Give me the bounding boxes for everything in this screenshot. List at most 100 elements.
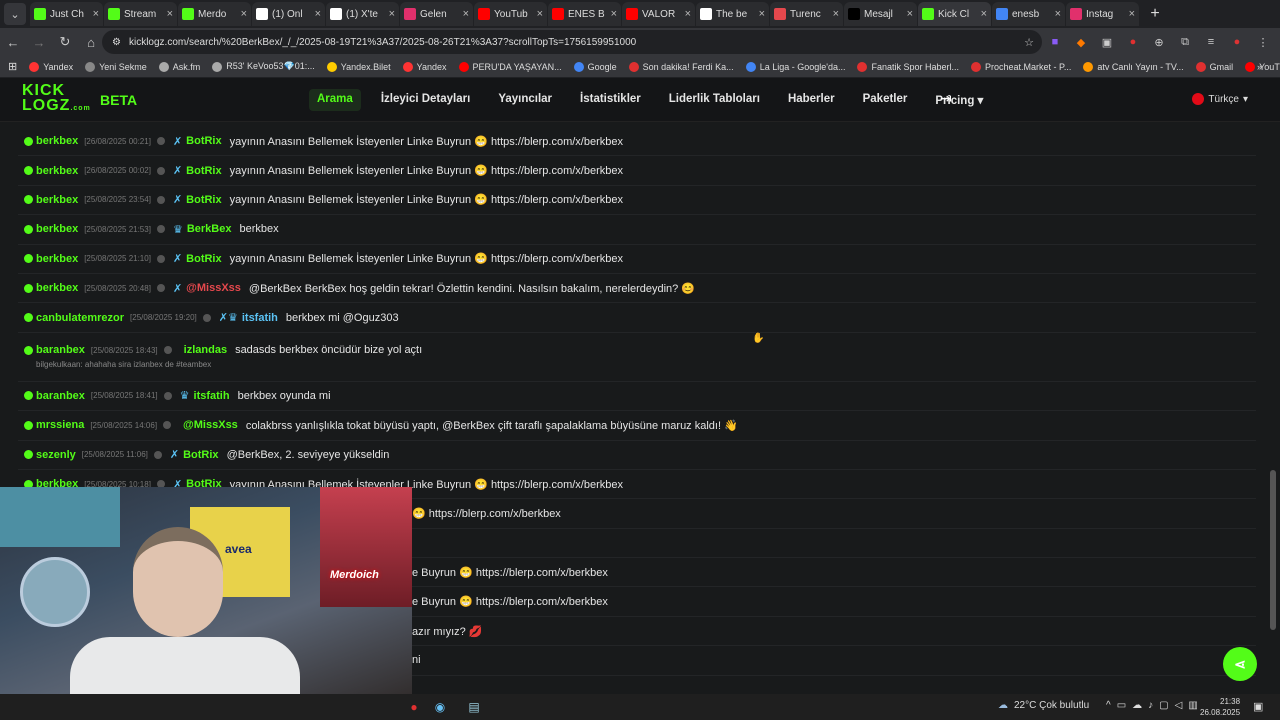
sender-name[interactable]: @MissXss: [183, 419, 238, 431]
language-selector[interactable]: Türkçe ▾: [1192, 93, 1248, 105]
nav-item[interactable]: Liderlik Tabloları: [661, 89, 768, 111]
close-tab-icon[interactable]: ×: [537, 8, 543, 20]
display-icon[interactable]: ▢: [1159, 700, 1168, 711]
channel-username[interactable]: berkbex: [36, 135, 78, 147]
channel-username[interactable]: baranbex: [36, 390, 85, 402]
close-tab-icon[interactable]: ×: [463, 8, 469, 20]
tab-search-icon[interactable]: ⌄: [4, 3, 26, 25]
adblock-icon[interactable]: ●: [1122, 30, 1144, 54]
info-icon[interactable]: [202, 313, 211, 322]
sender-name[interactable]: itsfatih: [242, 312, 278, 324]
login-icon[interactable]: ⇥: [940, 90, 952, 107]
sender-name[interactable]: BotRix: [183, 449, 218, 461]
channel-username[interactable]: berkbex: [36, 253, 78, 265]
browser-tab[interactable]: Turenc ×: [770, 2, 843, 26]
cloud-sync-icon[interactable]: ☁: [1132, 700, 1142, 711]
nav-item[interactable]: İzleyici Detayları: [373, 89, 479, 111]
bookmark-item[interactable]: La Liga - Google'da...: [745, 61, 845, 72]
bookmark-item[interactable]: atv Canlı Yayın - TV...: [1083, 61, 1184, 72]
page-scrollbar[interactable]: [1270, 470, 1276, 630]
sender-name[interactable]: izlandas: [184, 344, 227, 356]
steam-icon[interactable]: ◉: [430, 697, 450, 717]
profile-avatar-icon[interactable]: ●: [1226, 30, 1248, 54]
info-icon[interactable]: [163, 421, 172, 430]
close-tab-icon[interactable]: ×: [167, 8, 173, 20]
info-icon[interactable]: [156, 166, 165, 175]
close-tab-icon[interactable]: ×: [93, 8, 99, 20]
close-tab-icon[interactable]: ×: [1129, 8, 1135, 20]
browser-tab[interactable]: Kick Cl ×: [918, 2, 991, 26]
extension-icon[interactable]: ⊕: [1148, 30, 1170, 54]
browser-tab[interactable]: enesb ×: [992, 2, 1065, 26]
nav-item[interactable]: Paketler: [855, 89, 916, 111]
close-tab-icon[interactable]: ×: [241, 8, 247, 20]
network-icon[interactable]: ▥: [1188, 700, 1197, 711]
browser-tab[interactable]: Merdo ×: [178, 2, 251, 26]
bookmark-item[interactable]: Procheat.Market - P...: [971, 61, 1071, 72]
site-info-icon[interactable]: ⚙: [112, 37, 121, 48]
tray-overflow-icon[interactable]: ^: [1106, 700, 1111, 711]
sender-name[interactable]: BotRix: [186, 253, 221, 265]
close-tab-icon[interactable]: ×: [833, 8, 839, 20]
bookmark-star-icon[interactable]: ☆: [1018, 30, 1040, 54]
taskbar-app-icon[interactable]: ●: [404, 697, 424, 717]
bookmark-item[interactable]: YouTube: [1245, 61, 1280, 72]
close-tab-icon[interactable]: ×: [907, 8, 913, 20]
browser-menu-icon[interactable]: ⋮: [1252, 30, 1274, 54]
browser-tab[interactable]: The be ×: [696, 2, 769, 26]
new-tab-button[interactable]: +: [1144, 3, 1166, 25]
channel-username[interactable]: canbulatemrezor: [36, 312, 124, 324]
close-tab-icon[interactable]: ×: [315, 8, 321, 20]
back-icon[interactable]: ←: [0, 30, 26, 54]
info-icon[interactable]: [163, 391, 172, 400]
info-icon[interactable]: [156, 195, 165, 204]
close-tab-icon[interactable]: ×: [981, 8, 987, 20]
channel-username[interactable]: berkbex: [36, 194, 78, 206]
nav-item[interactable]: Pricing ▾: [927, 89, 991, 111]
close-tab-icon[interactable]: ×: [611, 8, 617, 20]
bookmark-item[interactable]: Yeni Sekme: [85, 61, 147, 72]
browser-tab[interactable]: VALOR ×: [622, 2, 695, 26]
sender-name[interactable]: BotRix: [186, 194, 221, 206]
volume-icon[interactable]: ◁: [1175, 700, 1183, 711]
bookmark-item[interactable]: Gmail: [1195, 61, 1233, 72]
sender-name[interactable]: @MissXss: [186, 282, 241, 294]
apps-grid-icon[interactable]: ⊞: [8, 60, 17, 73]
channel-username[interactable]: baranbex: [36, 344, 85, 356]
notepad-icon[interactable]: ▤: [464, 697, 484, 717]
home-icon[interactable]: ⌂: [78, 30, 104, 54]
close-tab-icon[interactable]: ×: [685, 8, 691, 20]
channel-username[interactable]: sezenly: [36, 449, 76, 461]
bookmark-item[interactable]: Google: [573, 61, 617, 72]
browser-tab[interactable]: (1) Onl ×: [252, 2, 325, 26]
info-icon[interactable]: [156, 254, 165, 263]
url-field[interactable]: ⚙ kicklogz.com/search/%20BerkBex/_/_/202…: [102, 30, 1042, 54]
info-icon[interactable]: [163, 346, 172, 355]
notifications-icon[interactable]: ▣: [1253, 700, 1263, 713]
bookmark-item[interactable]: Son dakika! Ferdi Ka...: [628, 61, 734, 72]
browser-tab[interactable]: ENES B ×: [548, 2, 621, 26]
bookmark-item[interactable]: Yandex.Bilet: [326, 61, 391, 72]
browser-tab[interactable]: Just Ch ×: [30, 2, 103, 26]
weather-widget[interactable]: ☁ 22°C Çok bulutlu: [998, 700, 1089, 711]
info-icon[interactable]: [156, 137, 165, 146]
browser-tab[interactable]: YouTub ×: [474, 2, 547, 26]
extension-icon[interactable]: ■: [1044, 30, 1066, 54]
bookmark-item[interactable]: R53' KeVoo53💎01:...: [212, 61, 315, 72]
close-tab-icon[interactable]: ×: [389, 8, 395, 20]
nav-item[interactable]: Arama: [309, 89, 361, 111]
info-icon[interactable]: [156, 284, 165, 293]
bookmark-item[interactable]: Ask.fm: [158, 61, 200, 72]
nav-item[interactable]: Haberler: [780, 89, 843, 111]
browser-tab[interactable]: (1) X'te ×: [326, 2, 399, 26]
browser-tab[interactable]: Instag ×: [1066, 2, 1139, 26]
extension-icon[interactable]: ▣: [1096, 30, 1118, 54]
channel-username[interactable]: berkbex: [36, 223, 78, 235]
channel-username[interactable]: berkbex: [36, 282, 78, 294]
nav-item[interactable]: Yayıncılar: [490, 89, 560, 111]
extension-icon[interactable]: ◆: [1070, 30, 1092, 54]
tray-app-icon[interactable]: ▭: [1117, 700, 1126, 711]
sender-name[interactable]: BerkBex: [187, 223, 232, 235]
browser-tab[interactable]: Mesajl ×: [844, 2, 917, 26]
info-icon[interactable]: [153, 450, 162, 459]
